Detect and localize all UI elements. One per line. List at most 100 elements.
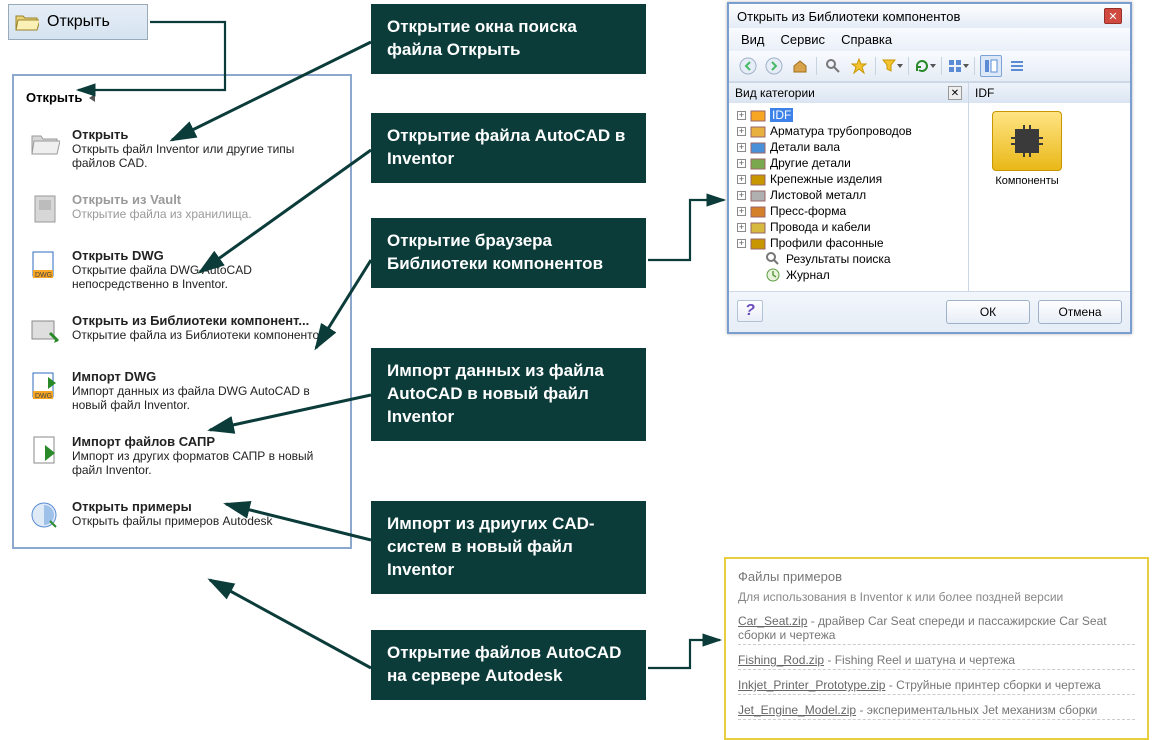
samples-subtitle: Для использования в Inventor к или более… [738, 590, 1135, 604]
menu-item-title: Открыть примеры [72, 499, 273, 514]
tree-node[interactable]: +Профили фасонные [733, 235, 964, 251]
sample-filename: Jet_Engine_Model.zip [738, 703, 856, 717]
lib-icon [28, 313, 62, 347]
content-list-pane: IDF Компоненты [969, 83, 1130, 291]
tree-node-label: Листовой металл [770, 188, 866, 202]
cancel-button[interactable]: Отмена [1038, 300, 1122, 324]
svg-text:DWG: DWG [35, 393, 52, 400]
tree-node-label: Провода и кабели [770, 220, 871, 234]
callout-4: Импорт из дриугих CAD-систем в новый фай… [371, 501, 646, 594]
category-icon [750, 172, 766, 186]
nav-forward-icon[interactable] [763, 55, 785, 77]
category-icon [750, 124, 766, 138]
callout-1: Открытие файла AutoCAD в Inventor [371, 113, 646, 183]
search-icon[interactable] [822, 55, 844, 77]
category-icon [750, 188, 766, 202]
tree-node-label: Арматура трубопроводов [770, 124, 912, 138]
category-tree-pane: Вид категории✕ +IDF+Арматура трубопровод… [729, 83, 969, 291]
sample-icon [28, 499, 62, 533]
tree-node-label: Другие детали [770, 156, 851, 170]
filter-icon[interactable] [881, 55, 903, 77]
menu-item-title: Открыть [72, 127, 336, 142]
expand-icon[interactable]: + [737, 223, 746, 232]
ribbon-open-label: Открыть [47, 13, 110, 31]
sample-filename: Fishing_Rod.zip [738, 653, 824, 667]
expand-icon[interactable]: + [737, 143, 746, 152]
expand-icon[interactable]: + [737, 111, 746, 120]
list-header-label: IDF [969, 83, 1130, 103]
svg-text:DWG: DWG [35, 272, 52, 279]
list-item[interactable]: Компоненты [977, 111, 1077, 187]
samples-title: Файлы примеров [738, 569, 1135, 584]
tree-node[interactable]: +Детали вала [733, 139, 964, 155]
category-icon [750, 236, 766, 250]
tree-node[interactable]: + Арматура трубопроводов [733, 123, 964, 139]
tree-node[interactable]: + Листовой металл [733, 187, 964, 203]
favorite-icon[interactable] [848, 55, 870, 77]
refresh-icon[interactable] [914, 55, 936, 77]
open-menu-item-0[interactable]: ОткрытьОткрыть файл Inventor или другие … [20, 119, 344, 178]
nav-back-icon[interactable] [737, 55, 759, 77]
tree-close-icon[interactable]: ✕ [948, 86, 962, 100]
tree-node[interactable]: + Другие детали [733, 155, 964, 171]
menu-view[interactable]: Вид [741, 32, 765, 47]
sample-desc: - экспериментальных Jet механизм сборки [856, 703, 1097, 717]
tree-node[interactable]: +Пресс-форма [733, 203, 964, 219]
view-list-icon[interactable] [1006, 55, 1028, 77]
expand-icon[interactable]: + [737, 127, 746, 136]
tree-node[interactable]: +IDF [733, 107, 964, 123]
menu-item-desc: Импорт данных из файла DWG AutoCAD в нов… [72, 384, 336, 412]
chip-folder-icon [992, 111, 1062, 171]
callout-3: Импорт данных из файла AutoCAD в новый ф… [371, 348, 646, 441]
menu-item-desc: Открытие файла DWG AutoCAD непосредствен… [72, 263, 336, 291]
expand-icon[interactable]: + [737, 239, 746, 248]
expand-icon[interactable]: + [737, 191, 746, 200]
category-icon [750, 156, 766, 170]
open-menu-item-2[interactable]: DWG Открыть DWGОткрытие файла DWG AutoCAD… [20, 240, 344, 299]
open-menu-panel: Открыть ОткрытьОткрыть файл Inventor или… [12, 74, 352, 549]
close-icon[interactable]: ✕ [1104, 8, 1122, 24]
expand-icon[interactable]: + [737, 207, 746, 216]
sample-link[interactable]: Jet_Engine_Model.zip - экспериментальных… [738, 703, 1135, 720]
menu-item-title: Импорт файлов САПР [72, 434, 336, 449]
ok-button[interactable]: ОК [946, 300, 1030, 324]
ribbon-open-button[interactable]: Открыть [8, 4, 148, 40]
sample-link[interactable]: Inkjet_Printer_Prototype.zip - Струйные … [738, 678, 1135, 695]
list-item-label: Компоненты [995, 175, 1058, 187]
search-icon [766, 252, 782, 266]
open-menu-item-5[interactable]: Импорт файлов САПРИмпорт из других форма… [20, 426, 344, 485]
callout-5: Открытие файлов AutoCAD на сервере Autod… [371, 630, 646, 700]
sample-link[interactable]: Car_Seat.zip - драйвер Car Seat спереди … [738, 614, 1135, 645]
category-icon [750, 108, 766, 122]
home-icon[interactable] [789, 55, 811, 77]
open-menu-item-1: Открыть из VaultОткрытие файла из хранил… [20, 184, 344, 234]
callout-2: Открытие браузера Библиотеки компонентов [371, 218, 646, 288]
menu-service[interactable]: Сервис [781, 32, 826, 47]
sample-filename: Car_Seat.zip [738, 614, 807, 628]
tree-node[interactable]: + Провода и кабели [733, 219, 964, 235]
sample-desc: - Fishing Reel и шатуна и чертежа [824, 653, 1015, 667]
expand-icon[interactable]: + [737, 159, 746, 168]
tree-header-label: Вид категории [735, 86, 815, 100]
library-menubar: Вид Сервис Справка [729, 28, 1130, 51]
menu-item-title: Импорт DWG [72, 369, 336, 384]
menu-item-title: Открыть DWG [72, 248, 336, 263]
sample-desc: - Струйные принтер сборки и чертежа [885, 678, 1100, 692]
samples-box: Файлы примеров Для использования в Inven… [724, 557, 1149, 740]
tree-node[interactable]: Журнал [733, 267, 964, 283]
open-menu-item-3[interactable]: Открыть из Библиотеки компонент...Открыт… [20, 305, 344, 355]
open-menu-item-6[interactable]: Открыть примерыОткрыть файлы примеров Au… [20, 491, 344, 541]
open-menu-title: Открыть [26, 90, 338, 105]
view-tree-icon[interactable] [980, 55, 1002, 77]
category-icon [750, 204, 766, 218]
menu-help[interactable]: Справка [841, 32, 892, 47]
view-grid-icon[interactable] [947, 55, 969, 77]
library-dialog: Открыть из Библиотеки компонентов ✕ Вид … [727, 2, 1132, 334]
expand-icon[interactable]: + [737, 175, 746, 184]
tree-node-label: Крепежные изделия [770, 172, 882, 186]
tree-node[interactable]: + Крепежные изделия [733, 171, 964, 187]
help-icon[interactable]: ? [737, 300, 763, 322]
sample-link[interactable]: Fishing_Rod.zip - Fishing Reel и шатуна … [738, 653, 1135, 670]
open-menu-item-4[interactable]: DWG Импорт DWGИмпорт данных из файла DWG … [20, 361, 344, 420]
tree-node[interactable]: Результаты поиска [733, 251, 964, 267]
